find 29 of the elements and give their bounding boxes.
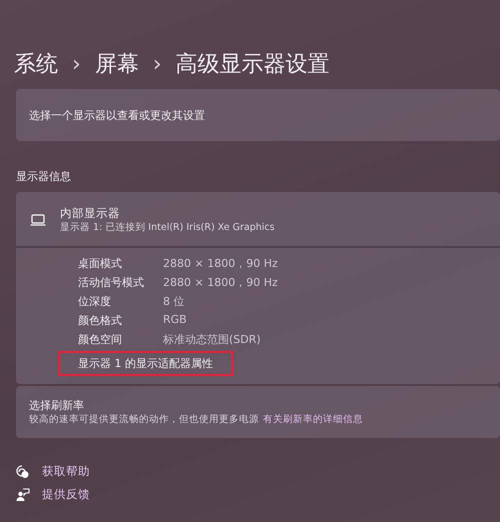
property-label: 颜色空间 — [78, 332, 123, 347]
feedback-icon — [16, 488, 30, 502]
help-icon — [16, 464, 30, 478]
property-value: 标准动态范围(SDR) — [163, 332, 262, 347]
property-value: 2880 × 1800，90 Hz — [163, 256, 279, 271]
chevron-separator: › — [72, 52, 81, 76]
property-label: 桌面模式 — [78, 256, 123, 271]
property-value: 8 位 — [163, 294, 186, 309]
property-value: RGB — [163, 313, 188, 328]
select-display-label: 选择一个显示器以查看或更改其设置 — [29, 108, 205, 122]
footer-link[interactable]: 获取帮助 — [42, 464, 90, 479]
refresh-rate-title: 选择刷新率 — [29, 398, 85, 413]
chevron-separator: › — [152, 52, 162, 76]
breadcrumb-item: 高级显示器设置 — [176, 51, 330, 79]
property-label: 颜色格式 — [78, 313, 123, 328]
footer-link[interactable]: 提供反馈 — [42, 487, 90, 502]
property-value: 2880 × 1800，90 Hz — [163, 275, 279, 290]
property-label: 活动信号模式 — [78, 275, 145, 290]
breadcrumb-item[interactable]: 屏幕 — [94, 49, 139, 79]
adapter-properties-link[interactable]: 显示器 1 的显示适配器属性 — [58, 351, 233, 376]
property-label: 位深度 — [78, 294, 112, 309]
select-display-card[interactable]: 选择一个显示器以查看或更改其设置 — [16, 89, 500, 141]
laptop-icon — [30, 214, 46, 226]
refresh-rate-description: 较高的速率可提供更流畅的动作，但也使用更多电源 有关刷新率的详细信息 — [29, 413, 364, 426]
breadcrumb-item[interactable]: 系统 — [14, 49, 58, 79]
display-subtitle: 显示器 1: 已连接到 Intel(R) Iris(R) Xe Graphics — [60, 221, 275, 234]
refresh-rate-link[interactable]: 有关刷新率的详细信息 — [263, 414, 363, 425]
display-name: 内部显示器 — [60, 206, 121, 221]
section-title: 显示器信息 — [15, 169, 72, 185]
